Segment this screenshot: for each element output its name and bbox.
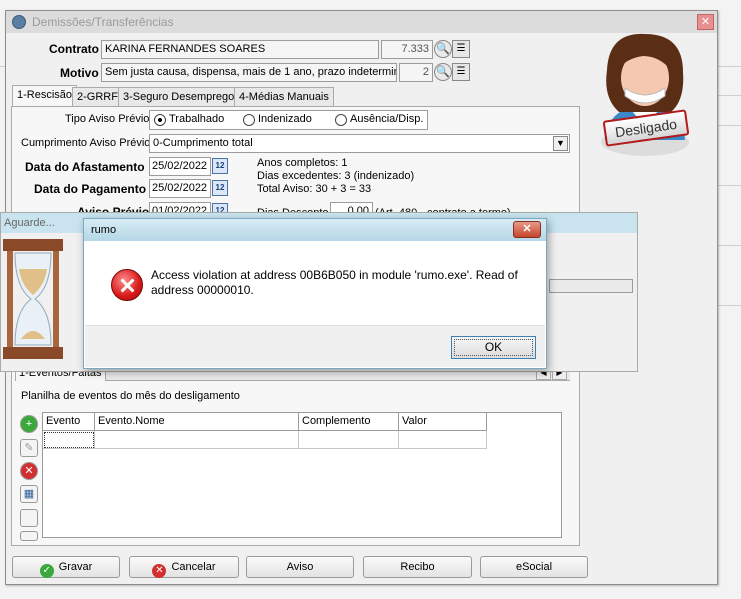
anos-completos-text: Anos completos: 1 [257,157,348,169]
radio-trabalhado-label: Trabalhado [169,113,225,125]
dialog-title: rumo [91,224,117,236]
dialog-message: Access violation at address 00B6B050 in … [151,268,518,297]
error-icon [111,269,143,301]
table-cell[interactable] [95,431,299,449]
column-header-valor[interactable]: Valor [399,413,487,431]
column-header-evento-nome[interactable]: Evento.Nome [95,413,299,431]
bg-divider [718,95,741,96]
events-grid: Evento Evento.Nome Complemento Valor [42,412,562,538]
delete-icon[interactable]: ✕ [20,462,38,480]
contrato-list-icon[interactable]: ☰ [452,40,470,58]
esocial-button[interactable]: eSocial [480,556,588,578]
calc-icon[interactable] [20,531,38,541]
afastamento-field[interactable]: 25/02/2022 [149,157,211,176]
table-cell[interactable] [43,431,95,449]
add-icon[interactable]: + [20,415,38,433]
radio-ausencia-indicator [335,114,347,126]
gravar-button[interactable]: ✓ Gravar [12,556,120,578]
bg-divider [718,245,741,246]
esocial-label: eSocial [515,561,553,573]
afastamento-label: Data do Afastamento [25,160,145,174]
tab-seguro-desemprego[interactable]: 3-Seguro Desemprego [118,87,240,107]
contrato-name-field[interactable]: KARINA FERNANDES SOARES [101,40,379,59]
radio-indenizado-label: Indenizado [258,113,312,125]
cumprimento-label: Cumprimento Aviso Prévio [21,137,151,149]
contrato-label: Contrato [49,42,99,56]
calendar-icon[interactable]: 12 [212,158,228,174]
waiting-progress [549,279,633,293]
dialog-close-button[interactable]: ✕ [513,221,541,238]
window-close-button[interactable]: ✕ [697,14,714,30]
column-header-complemento[interactable]: Complemento [299,413,399,431]
motivo-list-icon[interactable]: ☰ [452,63,470,81]
gravar-label: Gravar [58,561,93,573]
ok-button[interactable]: OK [451,336,536,359]
radio-ausencia-label: Ausência/Disp. [350,113,424,125]
tab-rescisao[interactable]: 1-Rescisão [12,85,78,107]
events-caption: Planilha de eventos do mês do desligamen… [21,390,240,402]
window-title: Demissões/Transferências [32,15,174,29]
cancel-icon: ✕ [152,564,167,578]
pagamento-field[interactable]: 25/02/2022 [149,179,211,198]
motivo-search-icon[interactable]: 🔍 [434,63,452,81]
hourglass-icon [1,235,67,373]
error-dialog: rumo ✕ Access violation at address 00B6B… [83,218,547,369]
recibo-button[interactable]: Recibo [363,556,472,578]
cumprimento-value: 0-Cumprimento total [153,137,253,149]
cancelar-button[interactable]: ✕ Cancelar [129,556,239,578]
bg-divider [718,125,741,126]
radio-trabalhado-indicator [154,114,166,126]
pagamento-label: Data do Pagamento [34,182,147,196]
blank-tool-icon[interactable] [20,509,38,527]
chevron-down-icon[interactable]: ▼ [553,136,568,151]
aviso-button[interactable]: Aviso [246,556,354,578]
contrato-code-field[interactable]: 7.333 [381,40,433,59]
bg-divider [718,305,741,306]
check-icon: ✓ [39,564,54,578]
recibo-label: Recibo [400,561,435,573]
table-cell[interactable] [399,431,487,449]
aviso-label: Aviso [286,561,314,573]
edit-icon[interactable]: ✎ [20,439,38,457]
total-aviso-text: Total Aviso: 30 + 3 = 33 [257,183,372,195]
app-icon [12,15,26,29]
cumprimento-select[interactable]: 0-Cumprimento total ▼ [149,134,570,153]
bg-divider [718,185,741,186]
table-icon[interactable]: ▦ [20,485,38,503]
radio-indenizado-indicator [243,114,255,126]
contrato-search-icon[interactable]: 🔍 [434,40,452,58]
motivo-label: Motivo [60,66,99,80]
column-header-evento[interactable]: Evento [43,413,95,431]
cancelar-label: Cancelar [171,561,216,573]
dialog-titlebar: rumo ✕ [84,219,546,241]
tipo-aviso-label: Tipo Aviso Prévio [65,113,150,125]
tipo-aviso-radiogroup: Trabalhado Indenizado Ausência/Disp. [149,110,428,130]
dias-excedentes-text: Dias excedentes: 3 (indenizado) [257,170,415,182]
table-cell[interactable] [299,431,399,449]
dialog-footer: OK [85,325,545,367]
calendar-icon[interactable]: 12 [212,180,228,196]
motivo-code-field[interactable]: 2 [399,63,433,82]
motivo-field[interactable]: Sem justa causa, dispensa, mais de 1 ano… [101,63,397,82]
tab-grrf[interactable]: 2-GRRF [72,87,123,107]
tab-medias-manuais[interactable]: 4-Médias Manuais [234,87,334,107]
